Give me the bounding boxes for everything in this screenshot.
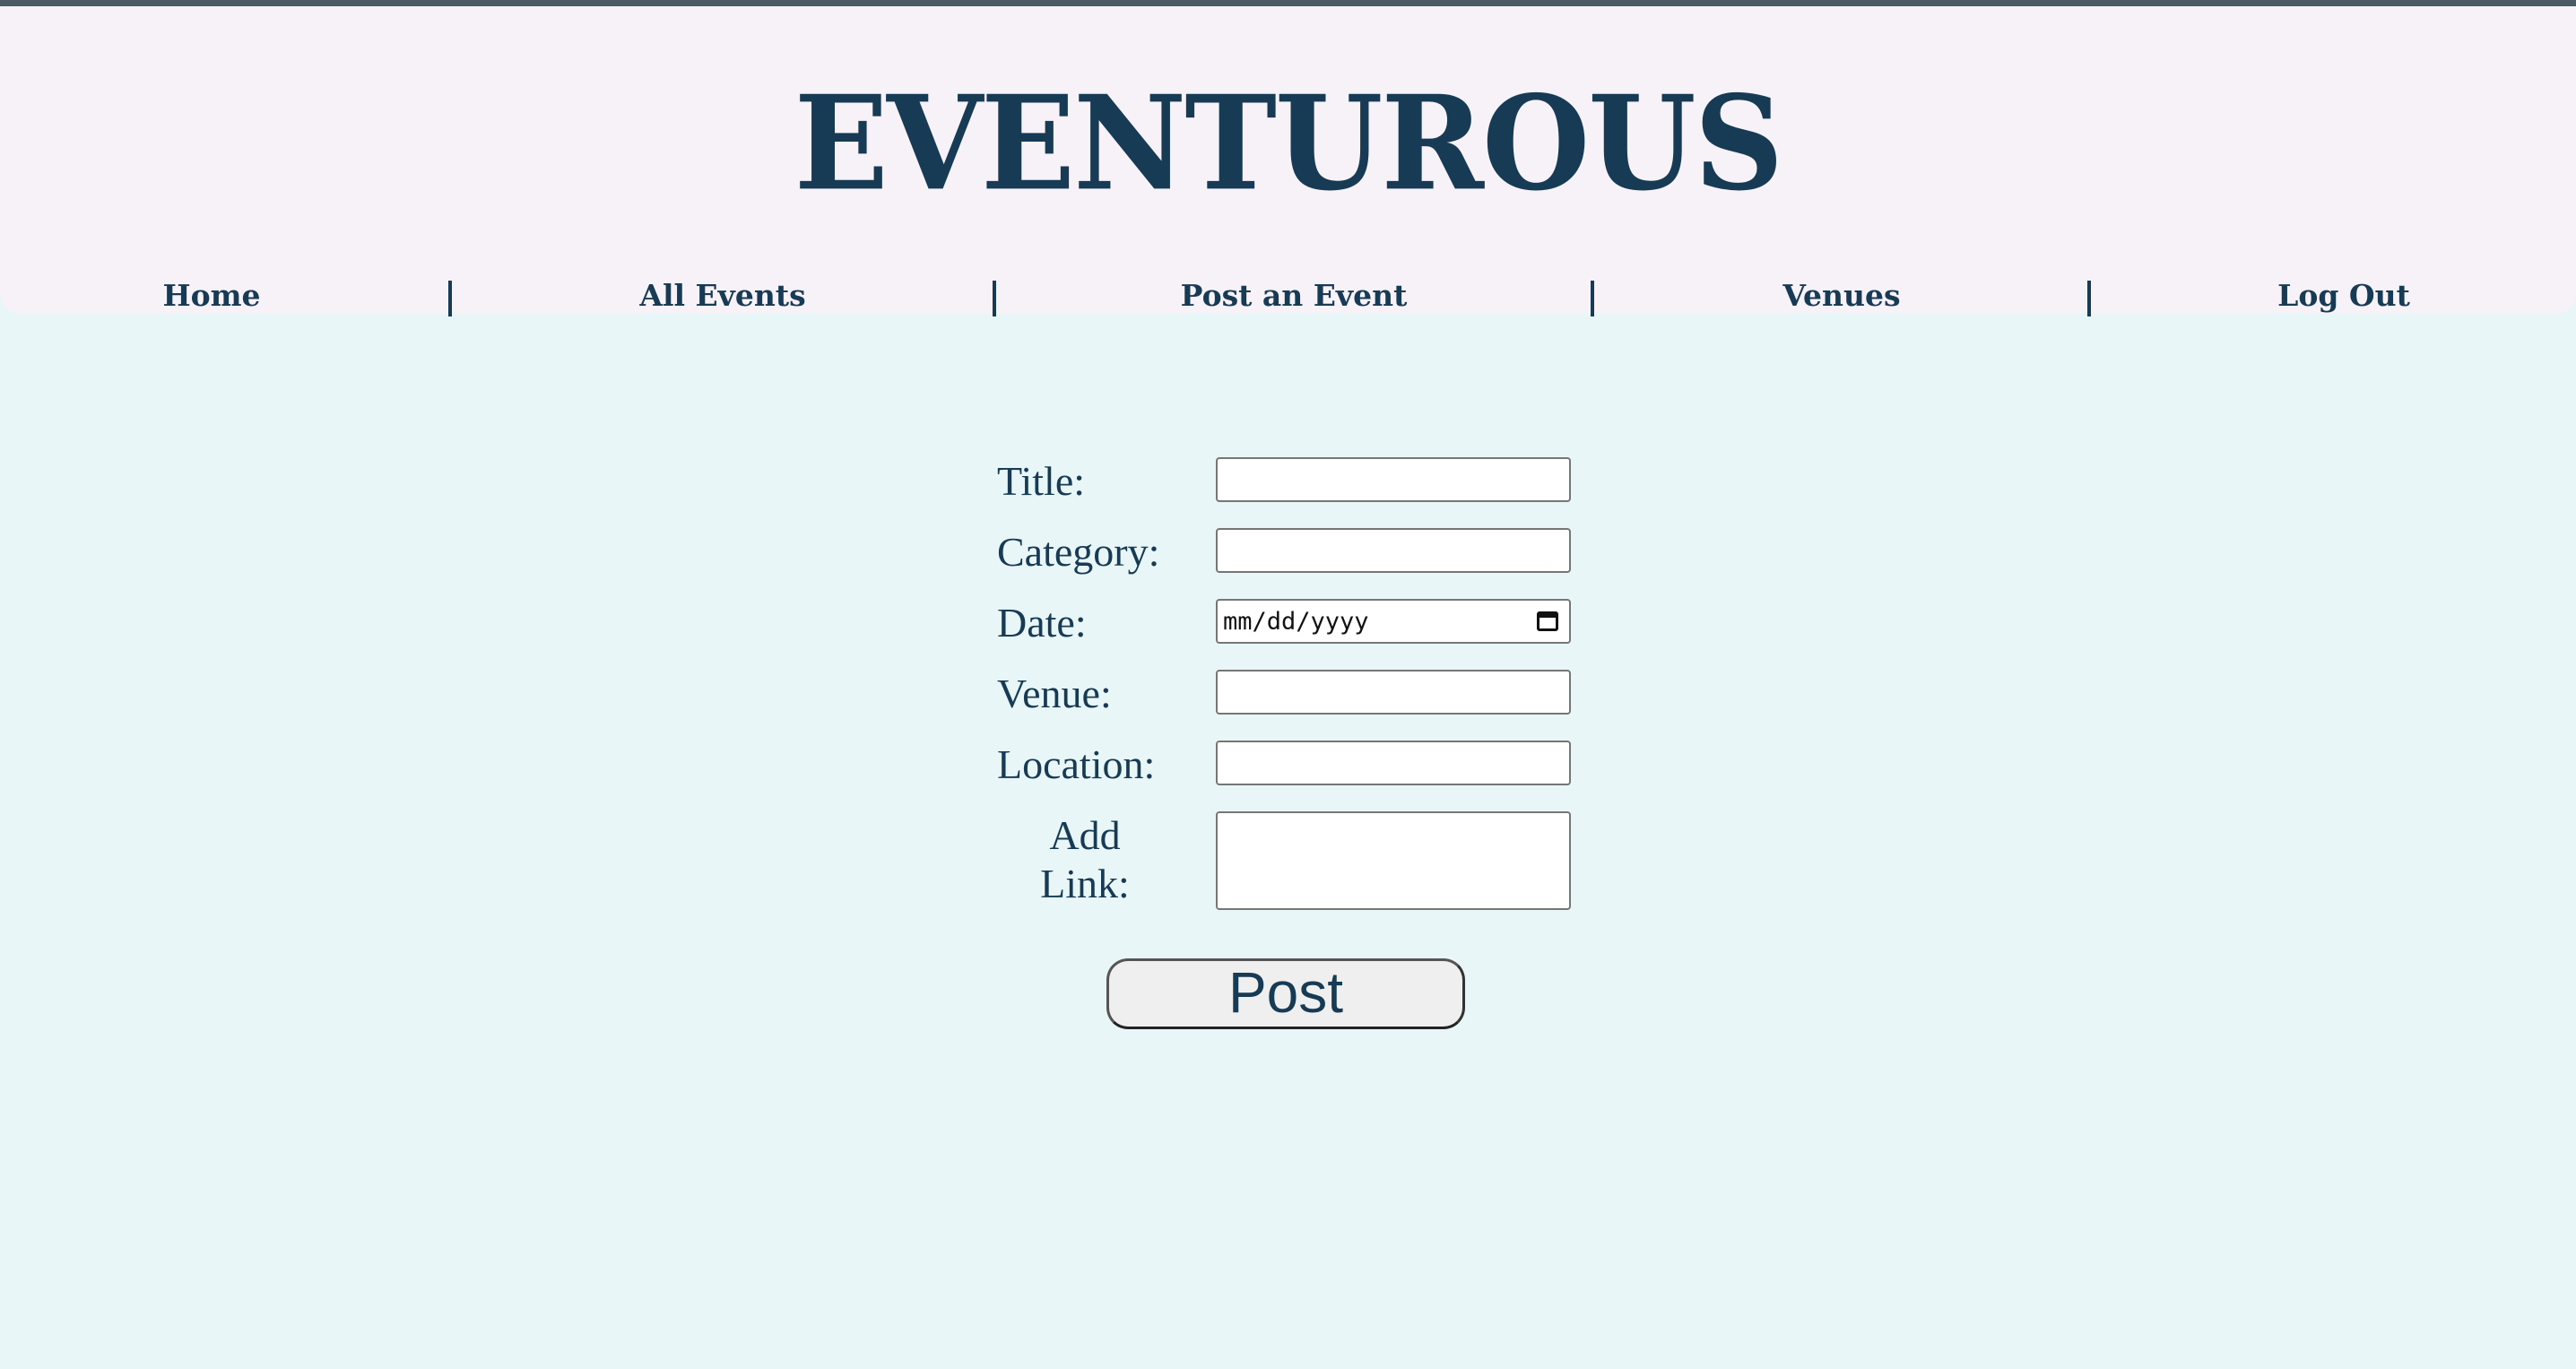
nav-post-event[interactable]: Post an Event — [1115, 273, 1473, 318]
top-border — [0, 0, 2576, 6]
title-input[interactable] — [1216, 457, 1571, 502]
date-input[interactable]: mm/dd/yyyy — [1216, 599, 1571, 644]
post-button[interactable]: Post — [1106, 958, 1465, 1029]
nav-venues[interactable]: Venues — [1707, 273, 1976, 318]
location-input[interactable] — [1216, 741, 1571, 785]
location-label: Location: — [997, 741, 1156, 787]
date-label: Date: — [997, 600, 1087, 646]
category-label: Category: — [997, 529, 1160, 575]
add-link-label-line1: Add — [1049, 812, 1121, 858]
site-logo[interactable]: EVENTUROUS — [0, 73, 2576, 214]
add-link-label: Add Link: — [1031, 811, 1139, 908]
link-textarea[interactable] — [1216, 811, 1571, 910]
site-header: EVENTUROUS — [0, 6, 2576, 314]
nav-separator — [1591, 281, 1594, 316]
nav-log-out[interactable]: Log Out — [2209, 273, 2478, 318]
date-placeholder: mm/dd/yyyy — [1223, 608, 1369, 636]
nav-separator — [2087, 281, 2091, 316]
category-input[interactable] — [1216, 528, 1571, 573]
nav-all-events[interactable]: All Events — [588, 273, 857, 318]
venue-label: Venue: — [997, 671, 1112, 716]
venue-input[interactable] — [1216, 670, 1571, 715]
add-link-label-line2: Link: — [1040, 861, 1130, 906]
calendar-icon[interactable] — [1537, 611, 1558, 631]
nav-home[interactable]: Home — [122, 273, 301, 318]
nav-separator — [993, 281, 996, 316]
nav-separator — [448, 281, 452, 316]
title-label: Title: — [997, 458, 1086, 504]
